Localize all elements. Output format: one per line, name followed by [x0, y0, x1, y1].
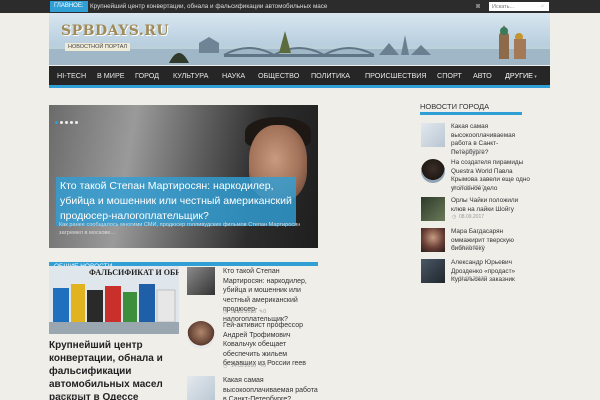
news-date: 10.08.2017: [452, 245, 484, 251]
city-news-heading: Новости города: [420, 101, 522, 115]
list-item[interactable]: Александр Юрьевич Дрозденко «продаст» Ку…: [420, 259, 522, 287]
list-item[interactable]: На создателя пирамиды Questra World Павл…: [420, 159, 530, 192]
nav-item-science[interactable]: Наука: [222, 66, 245, 85]
news-date: 11.07.2017: [452, 276, 484, 282]
news-thumbnail[interactable]: [187, 376, 215, 400]
top-bar: Главное: Крупнейший центр конвертации, о…: [0, 0, 600, 13]
slider-dot[interactable]: [60, 121, 63, 124]
news-date: 31.05.2018: [223, 309, 256, 315]
news-date: 08.09.2017: [452, 214, 484, 220]
news-title-link[interactable]: Кто такой Степан Мартиросян: наркодилер,…: [223, 267, 321, 324]
comment-count-value: 0: [263, 363, 266, 369]
city-news-widget: Новости города Какая самая высокооплачив…: [420, 101, 530, 283]
slider-title-link[interactable]: Кто такой Степан Мартиросян: наркодилер,…: [56, 177, 296, 226]
slider-excerpt: Как ранее сообщалось многими СМИ, продюс…: [59, 222, 301, 236]
nav-item-politics[interactable]: Политика: [311, 66, 350, 85]
news-thumbnail[interactable]: [421, 123, 445, 147]
breaking-ticker-link[interactable]: Крупнейший центр конвертации, обнала и ф…: [90, 0, 327, 13]
news-thumbnail[interactable]: [187, 267, 215, 295]
logo-name: SPBDAYS.RU: [61, 23, 170, 39]
breaking-label: Главное:: [50, 1, 88, 12]
general-news-image-caption: ФАЛЬСИФИКАТ И ОБНАЛ: [89, 268, 179, 277]
news-thumbnail[interactable]: [421, 197, 445, 221]
list-item[interactable]: Какая самая высокооплачиваемая работа в …: [420, 123, 522, 156]
news-title-link[interactable]: Гей-активист профессор Андрей Трофимович…: [223, 321, 321, 369]
slider-dot[interactable]: [55, 121, 58, 124]
nav-item-other[interactable]: Другие ▾: [505, 66, 537, 85]
slider-pagination: [55, 111, 80, 124]
nav-item-auto[interactable]: Авто: [473, 66, 492, 85]
nav-item-other-label: Другие: [505, 71, 533, 80]
nav-item-society[interactable]: Общество: [258, 66, 299, 85]
nav-item-sport[interactable]: Спорт: [437, 66, 462, 85]
featured-slider[interactable]: Кто такой Степан Мартиросян: наркодилер,…: [49, 105, 318, 248]
general-news-main-image[interactable]: ФАЛЬСИФИКАТ И ОБНАЛ: [49, 266, 179, 334]
comment-count-value: 0: [263, 309, 266, 315]
list-item[interactable]: Мара Багдасарян оммажирит тверскую библи…: [420, 228, 522, 256]
news-title-link[interactable]: Какая самая высокооплачиваемая работа в …: [223, 376, 321, 400]
general-news-main-date: 08.07.2016: [58, 394, 84, 400]
list-item[interactable]: Орлы Чайки положили клюв на лайки Шойгу …: [420, 197, 522, 225]
nav-item-world[interactable]: В мире: [97, 66, 125, 85]
nav-item-culture[interactable]: Культура: [173, 66, 208, 85]
news-thumbnail[interactable]: [187, 321, 215, 349]
search-icon[interactable]: ⌕: [538, 2, 547, 11]
rss-icon[interactable]: ◙: [476, 3, 483, 10]
nav-item-hitech[interactable]: HI-TECH: [57, 66, 86, 85]
comment-count: ✎0: [259, 309, 266, 315]
logo-tagline: Новостной портал: [65, 43, 131, 51]
main-nav: HI-TECH В мире Город Культура Наука Обще…: [49, 66, 550, 88]
news-date: 13.02.2018: [452, 149, 484, 155]
site-logo[interactable]: SPBDAYS.RU Новостной портал: [57, 19, 169, 59]
nav-item-incidents[interactable]: Происшествия: [365, 66, 427, 85]
slider-dot[interactable]: [65, 121, 68, 124]
chevron-down-icon: ▾: [532, 74, 537, 80]
slider-dot[interactable]: [75, 121, 78, 124]
news-thumbnail[interactable]: [421, 259, 445, 283]
news-thumbnail[interactable]: [421, 228, 445, 252]
news-thumbnail[interactable]: [421, 159, 445, 183]
news-date: 25.09.2017: [452, 185, 484, 191]
slider-dot[interactable]: [70, 121, 73, 124]
news-title-link[interactable]: Орлы Чайки положили клюв на лайки Шойгу: [451, 197, 531, 214]
general-news-main-title[interactable]: Крупнейший центр конвертации, обнала и ф…: [49, 339, 184, 400]
news-date: 14.03.2018: [223, 363, 256, 369]
comment-count: ✎0: [259, 363, 266, 369]
nav-item-city[interactable]: Город: [135, 66, 159, 85]
site-header: SPBDAYS.RU Новостной портал: [49, 13, 550, 65]
